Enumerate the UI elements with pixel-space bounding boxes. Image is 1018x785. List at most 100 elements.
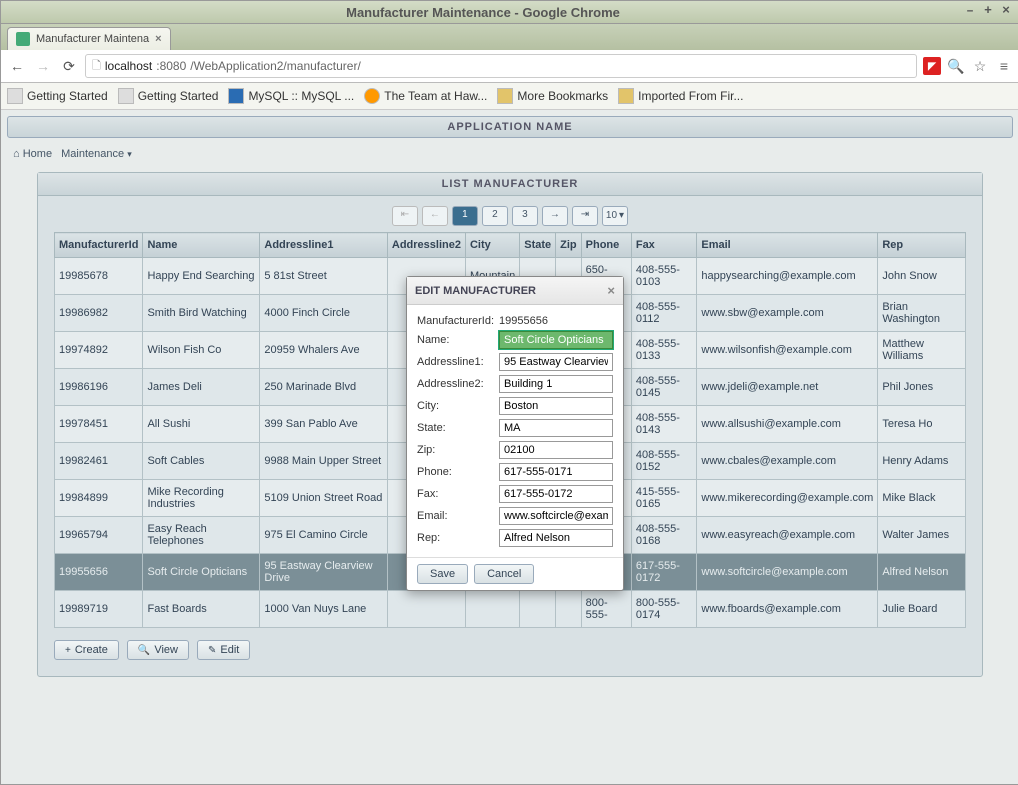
cell-email: www.mikerecording@example.com: [697, 480, 878, 517]
bookmark-item[interactable]: Getting Started: [7, 88, 108, 104]
cell-email: www.easyreach@example.com: [697, 517, 878, 554]
state-field[interactable]: [499, 419, 613, 437]
dialog-close-icon[interactable]: ×: [607, 283, 615, 298]
url-path: /WebApplication2/manufacturer/: [190, 59, 361, 73]
pager-page-2[interactable]: 2: [482, 206, 508, 226]
cell-name: Easy Reach Telephones: [143, 517, 260, 554]
col-header[interactable]: Name: [143, 233, 260, 258]
field-label-state: State:: [417, 422, 499, 434]
cell-name: All Sushi: [143, 406, 260, 443]
zip-field[interactable]: [499, 441, 613, 459]
pager-pagesize[interactable]: 10 ▾: [602, 206, 628, 226]
breadcrumb-page[interactable]: Maintenance ▾: [61, 148, 132, 160]
cell-id: 19982461: [55, 443, 143, 480]
col-header[interactable]: Fax: [631, 233, 697, 258]
browser-tab[interactable]: Manufacturer Maintena ×: [7, 27, 171, 50]
tab-label: Manufacturer Maintena: [36, 33, 149, 45]
cell-id: 19989719: [55, 591, 143, 628]
home-icon[interactable]: ⌂: [13, 148, 20, 160]
col-header[interactable]: Zip: [556, 233, 582, 258]
browser-toolbar: ← → ⟳ 🗋 localhost:8080/WebApplication2/m…: [1, 50, 1018, 83]
field-label-email: Email:: [417, 510, 499, 522]
col-header[interactable]: Addressline2: [387, 233, 465, 258]
address-bar[interactable]: 🗋 localhost:8080/WebApplication2/manufac…: [85, 54, 917, 78]
col-header[interactable]: Phone: [581, 233, 631, 258]
pager-page-3[interactable]: 3: [512, 206, 538, 226]
nav-reload-icon[interactable]: ⟳: [59, 56, 79, 76]
addressline1-field[interactable]: [499, 353, 613, 371]
window-close-icon[interactable]: ×: [999, 5, 1013, 19]
cell-a1: 95 Eastway Clearview Drive: [260, 554, 388, 591]
panel-header: LIST MANUFACTURER: [38, 173, 982, 196]
cell-phone: 800-555-: [581, 591, 631, 628]
bookmark-item[interactable]: MySQL :: MySQL ...: [228, 88, 354, 104]
cell-rep: Julie Board: [878, 591, 966, 628]
field-label-fax: Fax:: [417, 488, 499, 500]
cell-email: www.jdeli@example.net: [697, 369, 878, 406]
pager-page-1[interactable]: 1: [452, 206, 478, 226]
bookmark-icon: [118, 88, 134, 104]
bookmark-star-icon[interactable]: ☆: [971, 57, 989, 75]
app-header: APPLICATION NAME: [7, 116, 1013, 138]
rep-field[interactable]: [499, 529, 613, 547]
pager-prev-icon[interactable]: ←: [422, 206, 448, 226]
city-field[interactable]: [499, 397, 613, 415]
addressline2-field[interactable]: [499, 375, 613, 393]
fax-field[interactable]: [499, 485, 613, 503]
cell-a1: 1000 Van Nuys Lane: [260, 591, 388, 628]
nav-back-icon[interactable]: ←: [7, 56, 27, 76]
cell-email: www.wilsonfish@example.com: [697, 332, 878, 369]
pager-first-icon[interactable]: ⇤: [392, 206, 418, 226]
cell-id: 19984899: [55, 480, 143, 517]
nav-forward-icon: →: [33, 56, 53, 76]
pager: ⇤ ← 1 2 3 → ⇥ 10 ▾: [54, 206, 966, 226]
bookmark-icon: [7, 88, 23, 104]
cell-name: Smith Bird Watching: [143, 295, 260, 332]
pager-next-icon[interactable]: →: [542, 206, 568, 226]
save-button[interactable]: Save: [417, 564, 468, 584]
name-field[interactable]: [499, 331, 613, 349]
view-button[interactable]: 🔍View: [127, 640, 189, 660]
window-max-icon[interactable]: +: [981, 5, 995, 19]
cell-name: Wilson Fish Co: [143, 332, 260, 369]
bookmark-item[interactable]: Imported From Fir...: [618, 88, 743, 104]
window-min-icon[interactable]: –: [963, 5, 977, 19]
bookmark-item[interactable]: Getting Started: [118, 88, 219, 104]
zoom-icon[interactable]: 🔍: [947, 57, 965, 75]
col-header[interactable]: State: [520, 233, 556, 258]
cell-rep: Henry Adams: [878, 443, 966, 480]
col-header[interactable]: Email: [697, 233, 878, 258]
col-header[interactable]: City: [465, 233, 519, 258]
window-titlebar: Manufacturer Maintenance - Google Chrome…: [1, 1, 1018, 24]
page-info-icon[interactable]: 🗋: [92, 57, 101, 76]
cell-fax: 800-555-0174: [631, 591, 697, 628]
menu-icon[interactable]: ≡: [995, 57, 1013, 75]
tab-close-icon[interactable]: ×: [155, 33, 161, 45]
cell-fax: 617-555-0172: [631, 554, 697, 591]
cell-rep: Brian Washington: [878, 295, 966, 332]
bookmark-item[interactable]: The Team at Haw...: [364, 88, 487, 104]
field-label-zip: Zip:: [417, 444, 499, 456]
col-header[interactable]: ManufacturerId: [55, 233, 143, 258]
pager-last-icon[interactable]: ⇥: [572, 206, 598, 226]
field-label-phone: Phone:: [417, 466, 499, 478]
cell-email: www.fboards@example.com: [697, 591, 878, 628]
col-header[interactable]: Addressline1: [260, 233, 388, 258]
extension-icon[interactable]: ◤: [923, 57, 941, 75]
create-button[interactable]: +Create: [54, 640, 119, 660]
col-header[interactable]: Rep: [878, 233, 966, 258]
email-field[interactable]: [499, 507, 613, 525]
cell-state: [520, 591, 556, 628]
cancel-button[interactable]: Cancel: [474, 564, 534, 584]
edit-button[interactable]: ✎Edit: [197, 640, 250, 660]
phone-field[interactable]: [499, 463, 613, 481]
cell-email: www.cbales@example.com: [697, 443, 878, 480]
cell-id: 19985678: [55, 258, 143, 295]
bookmark-item[interactable]: More Bookmarks: [497, 88, 608, 104]
chevron-down-icon: ▾: [619, 208, 624, 224]
breadcrumb-home[interactable]: Home: [23, 148, 52, 160]
plus-icon: +: [65, 645, 71, 656]
dialog-header[interactable]: EDIT MANUFACTURER ×: [407, 277, 623, 305]
cell-a1: 5 81st Street: [260, 258, 388, 295]
table-row[interactable]: 19989719Fast Boards1000 Van Nuys Lane800…: [55, 591, 966, 628]
